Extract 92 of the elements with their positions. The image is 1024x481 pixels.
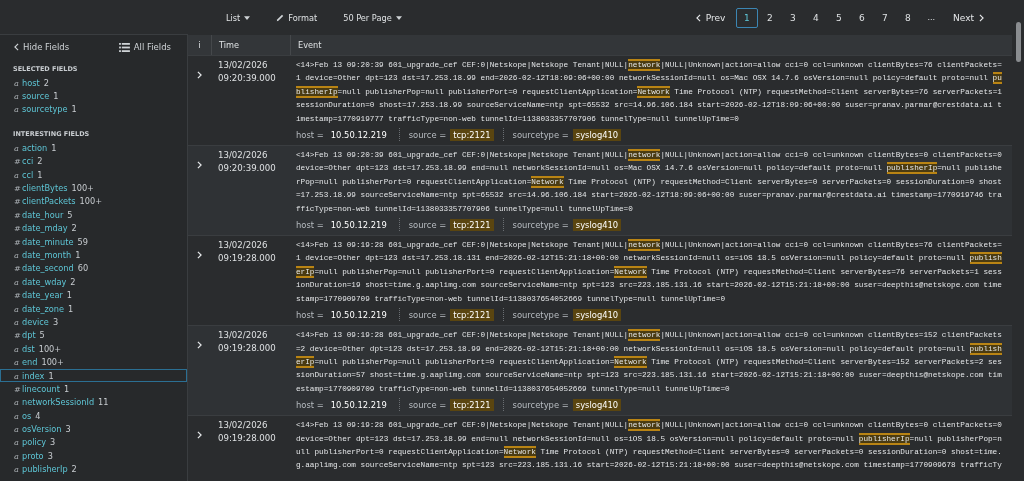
field-value[interactable]: syslog410	[572, 398, 622, 411]
chevron-right-icon	[197, 251, 202, 260]
field-value[interactable]: syslog410	[572, 128, 622, 141]
event-time: 09:19:28.000	[218, 432, 277, 446]
field-label: host =	[296, 399, 324, 410]
field-item[interactable]: a end 100+	[0, 355, 187, 369]
format-button[interactable]: Format	[276, 12, 318, 23]
caret-down-icon	[244, 15, 251, 20]
column-header: Time	[211, 35, 290, 55]
hide-fields-button[interactable]: Hide Fields	[14, 42, 70, 52]
field-item[interactable]: a date_wday 2	[0, 275, 187, 289]
field-item[interactable]: a sourcetype 1	[0, 102, 187, 117]
field-item[interactable]: #date_second 60	[0, 261, 187, 276]
event-date: 13/02/2026	[218, 419, 269, 433]
field-item[interactable]: a osVersion 3	[0, 422, 187, 436]
field-item[interactable]: #clientPackets 100+	[0, 194, 187, 209]
field-item[interactable]: #date_mday 2	[0, 221, 187, 235]
field-item[interactable]: a networkSessionId 11	[0, 395, 187, 409]
list-icon	[118, 42, 130, 52]
field-item[interactable]: #date_year 1	[0, 288, 187, 302]
event-date: 13/02/2026	[218, 59, 269, 72]
field-item[interactable]: a index 1	[0, 368, 187, 383]
field-item[interactable]: a dst 100+	[0, 342, 187, 356]
field-label: host =	[296, 219, 324, 230]
chevron-right-icon	[979, 13, 984, 22]
chevron-left-icon	[695, 13, 701, 22]
field-value[interactable]: syslog410	[572, 308, 622, 321]
page-button[interactable]: 2	[758, 7, 781, 28]
event-date: 13/02/2026	[218, 329, 269, 343]
page-button[interactable]: 5	[827, 7, 850, 28]
page-button[interactable]: 7	[873, 7, 896, 28]
field-item[interactable]: #date_hour 5	[0, 208, 187, 222]
field-item[interactable]: a date_zone 1	[0, 301, 187, 316]
field-value[interactable]: 10.50.12.219	[327, 308, 390, 321]
field-label: sourcetype =	[512, 219, 569, 230]
field-label: source =	[408, 219, 447, 230]
field-item[interactable]: #linecount 1	[0, 382, 187, 396]
event-time: 09:20:39.000	[218, 72, 277, 85]
field-value[interactable]: tcp:2121	[450, 128, 494, 141]
page-button[interactable]: 6	[850, 7, 873, 28]
field-item[interactable]: a source 1	[0, 89, 187, 103]
field-item[interactable]: #cci 2	[0, 154, 187, 168]
page-button[interactable]: 4	[804, 7, 827, 28]
page-button[interactable]: 3	[781, 7, 804, 28]
prev-page-button[interactable]: Prev	[685, 12, 736, 23]
field-value[interactable]: tcp:2121	[450, 398, 494, 411]
chevron-right-icon	[197, 71, 202, 79]
field-label: source =	[408, 309, 447, 320]
field-value[interactable]: tcp:2121	[450, 308, 494, 321]
field-label: sourcetype =	[512, 309, 569, 320]
field-label: sourcetype =	[512, 399, 569, 410]
field-item[interactable]: a date_month 1	[0, 248, 187, 262]
field-item[interactable]: a os 4	[0, 409, 187, 423]
field-item[interactable]: a action 1	[0, 141, 187, 155]
view-menu[interactable]: List	[226, 12, 251, 23]
event-time: 09:19:28.000	[218, 252, 277, 266]
field-item[interactable]: a policy 3	[0, 435, 187, 450]
field-item[interactable]: a host 2	[0, 76, 187, 90]
caret-down-icon	[395, 15, 402, 20]
all-fields-button[interactable]: All Fields	[118, 42, 171, 52]
event-date: 13/02/2026	[218, 149, 269, 163]
field-label: source =	[408, 129, 447, 140]
pencil-icon	[276, 13, 285, 22]
column-header: i	[197, 40, 202, 50]
field-label: sourcetype =	[512, 129, 569, 140]
field-label: host =	[296, 309, 324, 320]
page-size-menu[interactable]: 50 Per Page	[343, 12, 402, 23]
chevron-right-icon	[197, 431, 202, 440]
page-button[interactable]: 1	[735, 7, 758, 28]
field-label: host =	[296, 129, 324, 140]
field-item[interactable]: a proto 3	[0, 449, 187, 463]
field-value[interactable]: 10.50.12.219	[327, 398, 390, 411]
event-time: 09:19:28.000	[218, 342, 277, 356]
chevron-right-icon	[197, 161, 202, 170]
field-value[interactable]: syslog410	[572, 218, 622, 231]
next-page-button[interactable]: Next	[943, 12, 994, 23]
field-item[interactable]: #clientBytes 100+	[0, 181, 187, 195]
field-item[interactable]: a ccl 1	[0, 167, 187, 182]
field-value[interactable]: 10.50.12.219	[327, 128, 390, 141]
event-date: 13/02/2026	[218, 239, 269, 253]
field-value[interactable]: tcp:2121	[450, 218, 494, 231]
field-item[interactable]: #dpt 5	[0, 328, 187, 343]
pagination-ellipsis: ...	[926, 13, 937, 22]
field-label: source =	[408, 399, 447, 410]
page-button[interactable]: 8	[896, 7, 919, 28]
field-value[interactable]: 10.50.12.219	[327, 218, 390, 231]
field-item[interactable]: #date_minute 59	[0, 234, 187, 249]
chevron-right-icon	[197, 341, 202, 350]
field-item[interactable]: a device 3	[0, 315, 187, 329]
event-time: 09:20:39.000	[218, 162, 277, 176]
field-item[interactable]: a publisherIp 2	[0, 462, 187, 476]
chevron-left-icon	[14, 43, 19, 51]
